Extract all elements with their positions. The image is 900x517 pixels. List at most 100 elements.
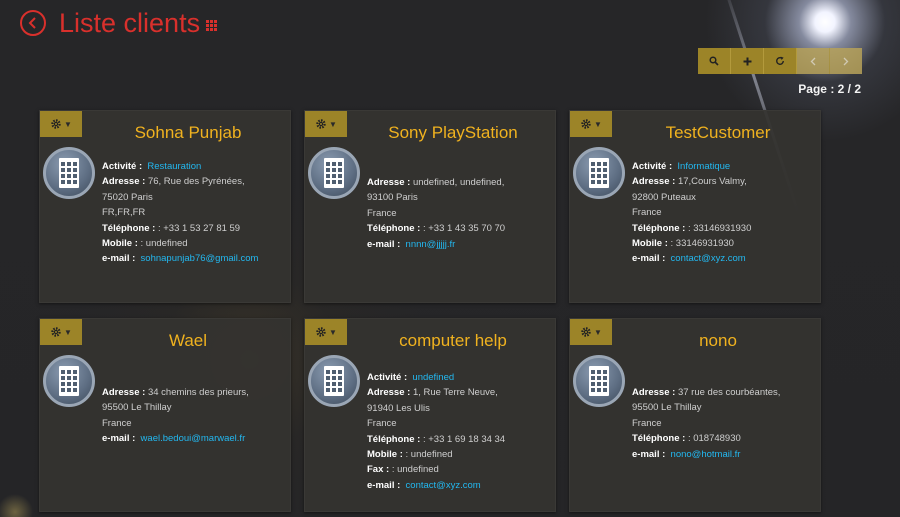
value-activite[interactable]: Informatique [677, 161, 730, 172]
value-adresse-line3: France [632, 417, 662, 429]
company-avatar [573, 355, 625, 407]
building-icon [589, 366, 609, 396]
value-telephone: : +33 1 69 18 34 34 [422, 433, 506, 445]
chevron-down-icon: ▼ [594, 327, 602, 337]
building-icon [324, 366, 344, 396]
client-details: Activité : Informatique Adresse : 17,Cou… [632, 159, 814, 267]
label-email: e-mail : [367, 238, 401, 250]
value-adresse: 37 rue des courbéantes, [677, 387, 781, 398]
value-adresse-line2: 92800 Puteaux [632, 191, 696, 203]
value-activite[interactable]: Restauration [147, 161, 201, 172]
back-button[interactable] [20, 10, 46, 36]
gear-icon [581, 119, 591, 129]
chevron-down-icon: ▼ [329, 327, 337, 337]
previous-page-button[interactable] [797, 48, 830, 74]
client-name[interactable]: Sohna Punjab [86, 123, 290, 143]
card-settings-button[interactable]: ▼ [40, 111, 82, 137]
page-header: Liste clients [20, 8, 218, 38]
toolbar [698, 48, 862, 74]
chevron-down-icon: ▼ [329, 119, 337, 129]
email-link[interactable]: contact@xyz.com [406, 480, 481, 491]
client-details: Activité : undefined Adresse : 1, Rue Te… [367, 370, 549, 493]
gear-icon [316, 327, 326, 337]
building-icon [324, 158, 344, 188]
value-mobile: : 33146931930 [670, 238, 734, 250]
card-settings-button[interactable]: ▼ [40, 319, 82, 345]
gear-icon [51, 327, 61, 337]
email-link[interactable]: nnnn@jjjjj.fr [406, 239, 456, 250]
client-name[interactable]: nono [616, 331, 820, 351]
label-telephone: Téléphone : [632, 222, 686, 234]
value-adresse: 76, Rue des Pyrénées, [147, 176, 245, 188]
chevron-left-icon [28, 17, 36, 29]
value-adresse-line3: FR,FR,FR [102, 207, 146, 219]
client-name[interactable]: computer help [351, 331, 555, 351]
card-settings-button[interactable]: ▼ [305, 111, 347, 137]
value-telephone: : 33146931930 [687, 222, 752, 234]
grid-icon[interactable] [206, 19, 218, 31]
company-avatar [43, 355, 95, 407]
value-adresse: 1, Rue Terre Neuve, [412, 387, 498, 399]
value-telephone: : 018748930 [687, 433, 741, 445]
label-adresse: Adresse : [367, 177, 411, 188]
client-details: Adresse : 34 chemins des prieurs, 95500 … [102, 385, 284, 447]
label-adresse: Adresse : [632, 387, 676, 398]
value-telephone: : +33 1 53 27 81 59 [157, 222, 241, 234]
card-settings-button[interactable]: ▼ [305, 319, 347, 345]
gear-icon [581, 327, 591, 337]
building-icon [59, 158, 79, 188]
email-link[interactable]: nono@hotmail.fr [671, 449, 741, 460]
label-adresse: Adresse : [102, 176, 146, 188]
client-name[interactable]: TestCustomer [616, 123, 820, 143]
value-adresse: undefined, undefined, [412, 177, 505, 188]
client-card: ▼ computer help Activité : undefined Adr… [304, 318, 556, 512]
value-telephone: : +33 1 43 35 70 70 [422, 223, 506, 235]
value-adresse: 17,Cours Valmy, [677, 176, 747, 188]
value-adresse-line2: 95500 Le Thillay [632, 402, 702, 414]
value-adresse: 34 chemins des prieurs, [147, 387, 249, 398]
value-adresse-line2: 93100 Paris [367, 192, 418, 204]
email-link[interactable]: wael.bedoui@marwael.fr [141, 433, 246, 444]
label-mobile: Mobile : [367, 449, 403, 461]
client-name[interactable]: Sony PlayStation [351, 123, 555, 143]
client-details: Activité : Restauration Adresse : 76, Ru… [102, 159, 284, 267]
label-activite: Activité : [102, 161, 143, 172]
value-adresse-line2: 91940 Les Ulis [367, 402, 430, 414]
page-indicator: Page : 2 / 2 [798, 82, 861, 96]
label-telephone: Téléphone : [367, 433, 421, 445]
client-card: ▼ TestCustomer Activité : Informatique A… [569, 110, 821, 303]
search-button[interactable] [698, 48, 731, 74]
label-email: e-mail : [632, 448, 666, 460]
chevron-down-icon: ▼ [64, 327, 72, 337]
plus-icon [743, 57, 751, 65]
label-telephone: Téléphone : [102, 222, 156, 234]
email-link[interactable]: sohnapunjab76@gmail.com [141, 253, 259, 264]
add-button[interactable] [731, 48, 764, 74]
value-adresse-line3: France [367, 418, 397, 430]
gear-icon [316, 119, 326, 129]
company-avatar [308, 147, 360, 199]
label-email: e-mail : [367, 479, 401, 491]
card-settings-button[interactable]: ▼ [570, 111, 612, 137]
value-adresse-line3: France [632, 207, 662, 219]
value-adresse-line3: France [102, 417, 132, 429]
next-page-button[interactable] [830, 48, 862, 74]
page-title: Liste clients [59, 8, 201, 38]
label-fax: Fax : [367, 464, 390, 476]
refresh-button[interactable] [764, 48, 797, 74]
refresh-icon [776, 56, 784, 65]
value-fax: : undefined [391, 464, 439, 476]
email-link[interactable]: contact@xyz.com [671, 253, 746, 264]
card-settings-button[interactable]: ▼ [570, 319, 612, 345]
client-details: Adresse : undefined, undefined, 93100 Pa… [367, 175, 549, 252]
client-name[interactable]: Wael [86, 331, 290, 351]
label-email: e-mail : [102, 253, 136, 265]
label-telephone: Téléphone : [632, 433, 686, 445]
value-adresse-line2: 75020 Paris [102, 191, 153, 203]
value-activite[interactable]: undefined [412, 372, 454, 383]
client-details: Adresse : 37 rue des courbéantes, 95500 … [632, 385, 814, 462]
label-mobile: Mobile : [102, 238, 138, 250]
label-adresse: Adresse : [367, 387, 411, 399]
client-card: ▼ Wael Adresse : 34 chemins des prieurs,… [39, 318, 291, 512]
building-icon [59, 366, 79, 396]
